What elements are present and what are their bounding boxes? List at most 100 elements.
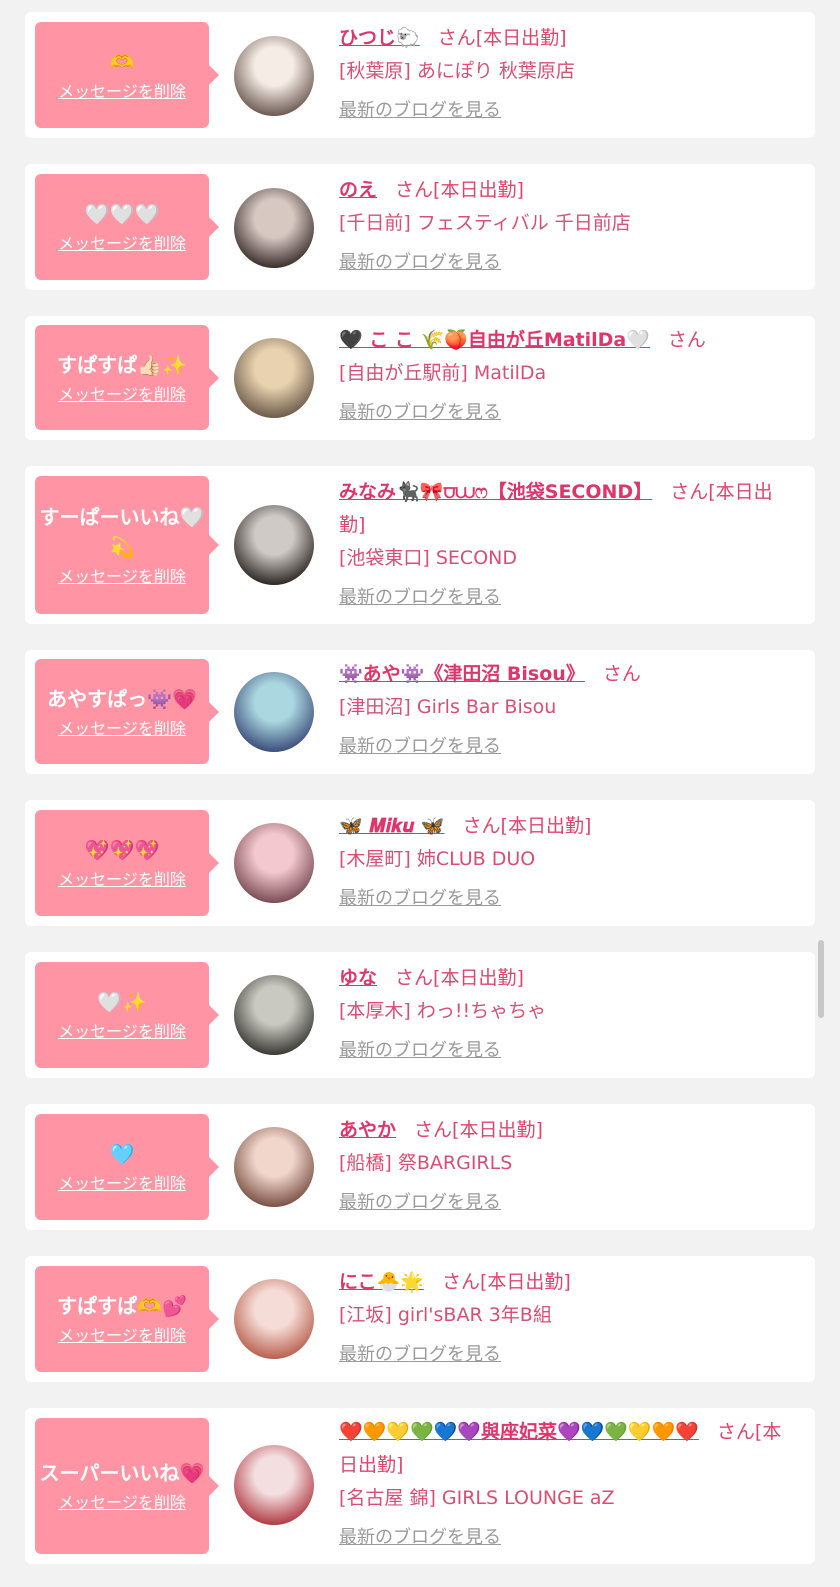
- favorites-list: 🫶 メッセージを削除 ひつじ🐑 さん[本日出勤] [秋葉原] あにぽり 秋葉原店 …: [0, 0, 840, 1587]
- avatar[interactable]: [234, 188, 314, 268]
- shop-name: [本厚木] わっ!!ちゃちゃ: [339, 1000, 547, 1022]
- favorite-card: 🩵 メッセージを削除 あやか さん[本日出勤] [船橋] 祭BARGIRLS 最新…: [25, 1104, 815, 1230]
- message-text: 💖💖💖: [84, 838, 160, 862]
- cast-info: 🖤 こ こ 🌾🍑自由が丘MatilDa🤍 さん [自由が丘駅前] MatilDa …: [339, 324, 795, 428]
- avatar[interactable]: [234, 36, 314, 116]
- message-bubble: すーぱーいいね🤍💫 メッセージを削除: [35, 476, 219, 614]
- message-text: 🤍🤍🤍: [84, 202, 160, 226]
- cast-name-link[interactable]: あやか: [339, 1119, 396, 1141]
- message-text: すぱすぱ🫶💕: [57, 1294, 187, 1318]
- name-line: あやか さん[本日出勤]: [339, 1114, 795, 1147]
- name-line: にこ🐣🌟 さん[本日出勤]: [339, 1266, 795, 1299]
- message-text: 🤍✨: [97, 990, 147, 1014]
- cast-name-link[interactable]: ゆな: [339, 967, 377, 989]
- latest-blog-link[interactable]: 最新のブログを見る: [339, 96, 501, 126]
- honorific: さん: [395, 179, 434, 201]
- cast-info: 🦋 𝑴𝒊𝒌𝒖 🦋 さん[本日出勤] [木屋町] 姉CLUB DUO 最新のブログを…: [339, 810, 795, 914]
- avatar[interactable]: [234, 338, 314, 418]
- delete-message-link[interactable]: メッセージを削除: [58, 1173, 186, 1195]
- avatar[interactable]: [234, 1445, 314, 1525]
- favorite-card: 🫶 メッセージを削除 ひつじ🐑 さん[本日出勤] [秋葉原] あにぽり 秋葉原店 …: [25, 12, 815, 138]
- cast-info: ❤️🧡💛💚💙💜與座妃菜💜💙💚💛🧡❤️ さん[本日出勤] [名古屋 錦] GIRLS…: [339, 1416, 795, 1553]
- cast-name-link[interactable]: ❤️🧡💛💚💙💜與座妃菜💜💙💚💛🧡❤️: [339, 1421, 699, 1443]
- cast-name-link[interactable]: 🖤 こ こ 🌾🍑自由が丘MatilDa🤍: [339, 329, 650, 351]
- shop-name: [江坂] girl'sBAR 3年B組: [339, 1304, 552, 1326]
- favorite-card: すぱすぱ👍🏻✨ メッセージを削除 🖤 こ こ 🌾🍑自由が丘MatilDa🤍 さん …: [25, 316, 815, 440]
- cast-name-link[interactable]: 🦋 𝑴𝒊𝒌𝒖 🦋: [339, 815, 445, 837]
- latest-blog-link[interactable]: 最新のブログを見る: [339, 732, 501, 762]
- message-bubble: すぱすぱ👍🏻✨ メッセージを削除: [35, 325, 219, 430]
- message-bubble: あやすぱっ👾💗 メッセージを削除: [35, 659, 219, 764]
- message-bubble: 🤍🤍🤍 メッセージを削除: [35, 174, 219, 280]
- shop-name: [名古屋 錦] GIRLS LOUNGE aZ: [339, 1487, 615, 1509]
- attendance-status: [本日出勤]: [475, 27, 567, 49]
- message-bubble: すぱすぱ🫶💕 メッセージを削除: [35, 1266, 219, 1372]
- favorite-card: すぱすぱ🫶💕 メッセージを削除 にこ🐣🌟 さん[本日出勤] [江坂] girl's…: [25, 1256, 815, 1382]
- name-line: みなみ🐈‍⬛🎀⩌⩊ෆ【池袋SECOND】 さん[本日出勤]: [339, 476, 795, 542]
- delete-message-link[interactable]: メッセージを削除: [58, 1021, 186, 1043]
- name-line: 🖤 こ こ 🌾🍑自由が丘MatilDa🤍 さん: [339, 324, 795, 357]
- message-bubble: スーパーいいね💗 メッセージを削除: [35, 1418, 219, 1554]
- honorific: さん: [670, 481, 709, 503]
- attendance-status: [本日出勤]: [452, 1119, 543, 1141]
- avatar[interactable]: [234, 1127, 314, 1207]
- avatar[interactable]: [234, 823, 314, 903]
- name-line: ゆな さん[本日出勤]: [339, 962, 795, 995]
- cast-info: みなみ🐈‍⬛🎀⩌⩊ෆ【池袋SECOND】 さん[本日出勤] [池袋東口] SECO…: [339, 476, 795, 613]
- message-text: スーパーいいね💗: [39, 1461, 205, 1485]
- favorite-card: 🤍✨ メッセージを削除 ゆな さん[本日出勤] [本厚木] わっ!!ちゃちゃ 最新…: [25, 952, 815, 1078]
- avatar[interactable]: [234, 505, 314, 585]
- message-text: すーぱーいいね🤍💫: [39, 505, 205, 559]
- latest-blog-link[interactable]: 最新のブログを見る: [339, 1523, 501, 1553]
- name-line: のえ さん[本日出勤]: [339, 174, 795, 207]
- favorite-card: 💖💖💖 メッセージを削除 🦋 𝑴𝒊𝒌𝒖 🦋 さん[本日出勤] [木屋町] 姉CLU…: [25, 800, 815, 926]
- cast-name-link[interactable]: 👾あや👾《津田沼 Bisou》: [339, 663, 585, 685]
- delete-message-link[interactable]: メッセージを削除: [58, 869, 186, 891]
- shop-name: [千日前] フェスティバル 千日前店: [339, 212, 631, 234]
- shop-name: [池袋東口] SECOND: [339, 547, 517, 569]
- cast-name-link[interactable]: ひつじ🐑: [339, 27, 420, 49]
- cast-name-link[interactable]: みなみ🐈‍⬛🎀⩌⩊ෆ【池袋SECOND】: [339, 481, 652, 503]
- avatar[interactable]: [234, 1279, 314, 1359]
- shop-name: [津田沼] Girls Bar Bisou: [339, 696, 557, 718]
- honorific: さん: [395, 967, 434, 989]
- latest-blog-link[interactable]: 最新のブログを見る: [339, 1188, 501, 1218]
- favorite-card: 🤍🤍🤍 メッセージを削除 のえ さん[本日出勤] [千日前] フェスティバル 千日…: [25, 164, 815, 290]
- delete-message-link[interactable]: メッセージを削除: [58, 566, 186, 588]
- cast-info: ゆな さん[本日出勤] [本厚木] わっ!!ちゃちゃ 最新のブログを見る: [339, 962, 795, 1066]
- latest-blog-link[interactable]: 最新のブログを見る: [339, 884, 501, 914]
- favorite-card: スーパーいいね💗 メッセージを削除 ❤️🧡💛💚💙💜與座妃菜💜💙💚💛🧡❤️ さん[本…: [25, 1408, 815, 1564]
- cast-info: ひつじ🐑 さん[本日出勤] [秋葉原] あにぽり 秋葉原店 最新のブログを見る: [339, 22, 795, 126]
- cast-info: 👾あや👾《津田沼 Bisou》 さん [津田沼] Girls Bar Bisou …: [339, 658, 795, 762]
- delete-message-link[interactable]: メッセージを削除: [58, 384, 186, 406]
- latest-blog-link[interactable]: 最新のブログを見る: [339, 248, 501, 278]
- cast-name-link[interactable]: のえ: [339, 179, 377, 201]
- message-text: 🫶: [109, 50, 135, 74]
- message-text: すぱすぱ👍🏻✨: [57, 352, 187, 377]
- avatar[interactable]: [234, 672, 314, 752]
- latest-blog-link[interactable]: 最新のブログを見る: [339, 1036, 501, 1066]
- honorific: さん: [667, 329, 706, 351]
- honorific: さん: [437, 27, 476, 49]
- cast-name-link[interactable]: にこ🐣🌟: [339, 1271, 424, 1293]
- attendance-status: [本日出勤]: [500, 815, 592, 837]
- message-bubble: 🤍✨ メッセージを削除: [35, 962, 219, 1068]
- avatar[interactable]: [234, 975, 314, 1055]
- honorific: さん: [462, 815, 501, 837]
- delete-message-link[interactable]: メッセージを削除: [58, 1325, 186, 1347]
- delete-message-link[interactable]: メッセージを削除: [58, 1492, 186, 1514]
- cast-info: にこ🐣🌟 さん[本日出勤] [江坂] girl'sBAR 3年B組 最新のブログを…: [339, 1266, 795, 1370]
- shop-name: [自由が丘駅前] MatilDa: [339, 362, 547, 384]
- latest-blog-link[interactable]: 最新のブログを見る: [339, 398, 501, 428]
- shop-name: [秋葉原] あにぽり 秋葉原店: [339, 60, 575, 82]
- message-text: あやすぱっ👾💗: [47, 686, 197, 711]
- attendance-status: [本日出勤]: [433, 179, 524, 201]
- name-line: 👾あや👾《津田沼 Bisou》 さん: [339, 658, 795, 691]
- delete-message-link[interactable]: メッセージを削除: [58, 718, 186, 740]
- latest-blog-link[interactable]: 最新のブログを見る: [339, 1340, 501, 1370]
- scrollbar[interactable]: [818, 940, 824, 1018]
- latest-blog-link[interactable]: 最新のブログを見る: [339, 583, 501, 613]
- delete-message-link[interactable]: メッセージを削除: [58, 81, 186, 103]
- delete-message-link[interactable]: メッセージを削除: [58, 233, 186, 255]
- shop-name: [木屋町] 姉CLUB DUO: [339, 848, 536, 870]
